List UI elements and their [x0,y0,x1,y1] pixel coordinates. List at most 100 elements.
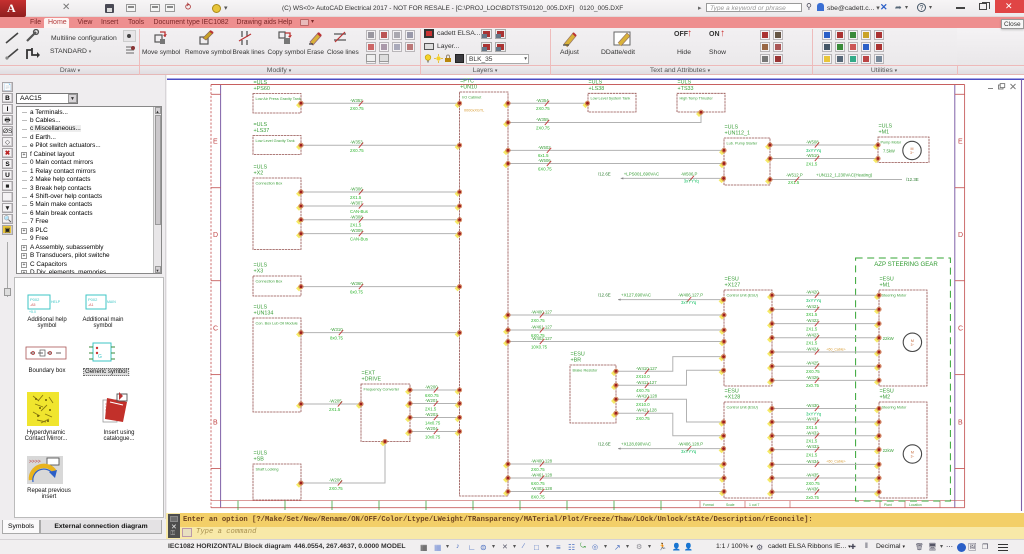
svg-text:2X1.5: 2X1.5 [806,326,818,331]
svg-text:2x0.75: 2x0.75 [806,495,820,500]
svg-text:2X0.75: 2X0.75 [536,106,550,111]
svg-text:-A5: -A5 [30,303,36,307]
svg-text:Low Level System Tank: Low Level System Tank [591,97,631,101]
svg-text:Brake Resistor: Brake Resistor [573,368,599,372]
svg-text:2X0.75: 2X0.75 [531,467,545,472]
svg-text:=ULS: =ULS [254,450,268,456]
svg-text:-W436: -W436 [806,487,819,492]
svg-text:Lub. Pump Starter: Lub. Pump Starter [727,141,759,145]
svg-text:B: B [213,420,218,427]
svg-text:=ULS: =ULS [254,164,268,170]
svg-text:2X0.75: 2X0.75 [636,416,650,421]
svg-text:=EXT: =EXT [362,370,376,376]
svg-text:+DRIVE: +DRIVE [362,377,382,383]
svg-text:-W352: -W352 [350,98,363,103]
svg-text:2X1.5: 2X1.5 [788,180,800,185]
svg-text:0000xXGTL: 0000xXGTL [464,109,484,113]
svg-text:CAN-Bus: CAN-Bus [350,236,368,241]
svg-text:-W512.P: -W512.P [786,173,803,178]
svg-text:-W355: -W355 [536,117,549,122]
svg-text:+X128,690VAC: +X128,690VAC [621,442,651,447]
svg-text:2X1.5: 2X1.5 [806,452,818,457]
svg-text:+UN10: +UN10 [460,85,477,91]
svg-text:=ESU: =ESU [880,276,894,282]
svg-text:-W200: -W200 [425,385,438,390]
svg-text:-W406.128.P: -W406.128.P [678,442,703,447]
svg-text:=ULS: =ULS [254,122,268,128]
svg-text:Con. Box Lub Oil Module: Con. Box Lub Oil Module [256,321,298,325]
svg-text:-W461.128: -W461.128 [531,473,553,478]
svg-text:P002: P002 [88,297,98,302]
svg-text:22kW: 22kW [883,448,895,453]
svg-text:D: D [958,232,963,239]
svg-text:3xYYYq: 3xYYYq [681,449,697,454]
svg-text:-W353: -W353 [350,140,363,145]
svg-text:=ULS: =ULS [254,80,268,86]
svg-text:G: G [98,354,102,360]
svg-text:2X10.0: 2X10.0 [636,402,650,407]
svg-text:-W402.128: -W402.128 [531,486,553,491]
svg-text:Shaft Locking: Shaft Locking [256,467,279,471]
svg-text:2X1.5: 2X1.5 [806,161,818,166]
svg-text:+X127,690VAC: +X127,690VAC [621,293,651,298]
svg-text:-W431: -W431 [806,417,819,422]
svg-text:-W421: -W421 [806,304,819,309]
svg-text:+LPS001,690VAC: +LPS001,690VAC [624,172,659,177]
svg-text:2X0.75: 2X0.75 [329,486,343,491]
svg-text:3xYYYq: 3xYYYq [684,179,700,184]
svg-text:-W308: -W308 [350,214,363,219]
svg-text:Format: Format [703,503,714,507]
svg-text:P002: P002 [30,297,40,302]
svg-text:Scale: Scale [726,503,735,507]
svg-text:2X0.75: 2X0.75 [531,318,545,323]
svg-text:/12.6E: /12.6E [598,442,611,447]
svg-text:3~: 3~ [910,151,914,155]
svg-text:=ESU: =ESU [725,388,739,394]
svg-text:-W360: -W360 [350,281,363,286]
svg-text:-A1: -A1 [88,303,94,307]
svg-text:+5.0: +5.0 [29,310,36,314]
svg-text:B: B [958,420,963,427]
svg-text:-W461.127: -W461.127 [531,325,553,330]
svg-text:Low Level Gravity Tank: Low Level Gravity Tank [256,139,295,143]
svg-text:-W402.127: -W402.127 [531,336,553,341]
svg-text:CAN-Bus: CAN-Bus [350,209,368,214]
svg-text:+X2: +X2 [254,171,264,177]
svg-text:22kW: 22kW [883,336,895,341]
svg-text:-W433: -W433 [806,444,819,449]
svg-text:/12.3E: /12.3E [906,177,919,182]
svg-text:-W354: -W354 [536,98,549,103]
svg-text:3xYYYq: 3xYYYq [806,298,822,303]
svg-text:3X1.5: 3X1.5 [806,312,818,317]
svg-text:+M1: +M1 [880,283,891,289]
svg-text:2X0.75: 2X0.75 [350,106,364,111]
svg-text:-W502: -W502 [538,145,551,150]
svg-text:-W423: -W423 [806,332,819,337]
svg-text:Steering Motor: Steering Motor [882,293,908,297]
svg-text:=ULS: =ULS [254,262,268,268]
svg-text:-W410.127: -W410.127 [636,366,658,371]
svg-text:Low Air Press Gravity Tank: Low Air Press Gravity Tank [256,97,301,101]
svg-text:-W426: -W426 [806,375,819,380]
svg-text:-W203: -W203 [425,412,438,417]
svg-text:/12.6E: /12.6E [598,293,611,298]
svg-text:-W434: -W434 [806,459,819,464]
svg-text:3xYYYq: 3xYYYq [681,300,697,305]
svg-text:I/O Cabinet: I/O Cabinet [462,95,482,99]
svg-text:=PTC: =PTC [460,78,474,84]
svg-text:7.5kW: 7.5kW [883,148,895,153]
svg-text:10x0.75: 10x0.75 [425,434,441,439]
svg-text:=ULS: =ULS [678,80,692,86]
svg-text:=ULS: =ULS [254,304,268,310]
svg-text:2X1.5: 2X1.5 [350,223,362,228]
svg-text:+X127: +X127 [725,283,741,289]
svg-text:AZP STEERING GEAR: AZP STEERING GEAR [874,261,938,268]
svg-text:-W201: -W201 [425,398,438,403]
svg-text:Frequency Converter: Frequency Converter [364,387,400,391]
svg-text:-W306: -W306 [350,187,363,192]
svg-text:-W205: -W205 [329,399,342,404]
svg-text:6X0.75: 6X0.75 [538,166,552,171]
svg-text:Control Unit (ESU): Control Unit (ESU) [727,293,759,297]
svg-text:6x0.75: 6x0.75 [350,289,364,294]
svg-text:+PS60: +PS60 [254,86,270,92]
